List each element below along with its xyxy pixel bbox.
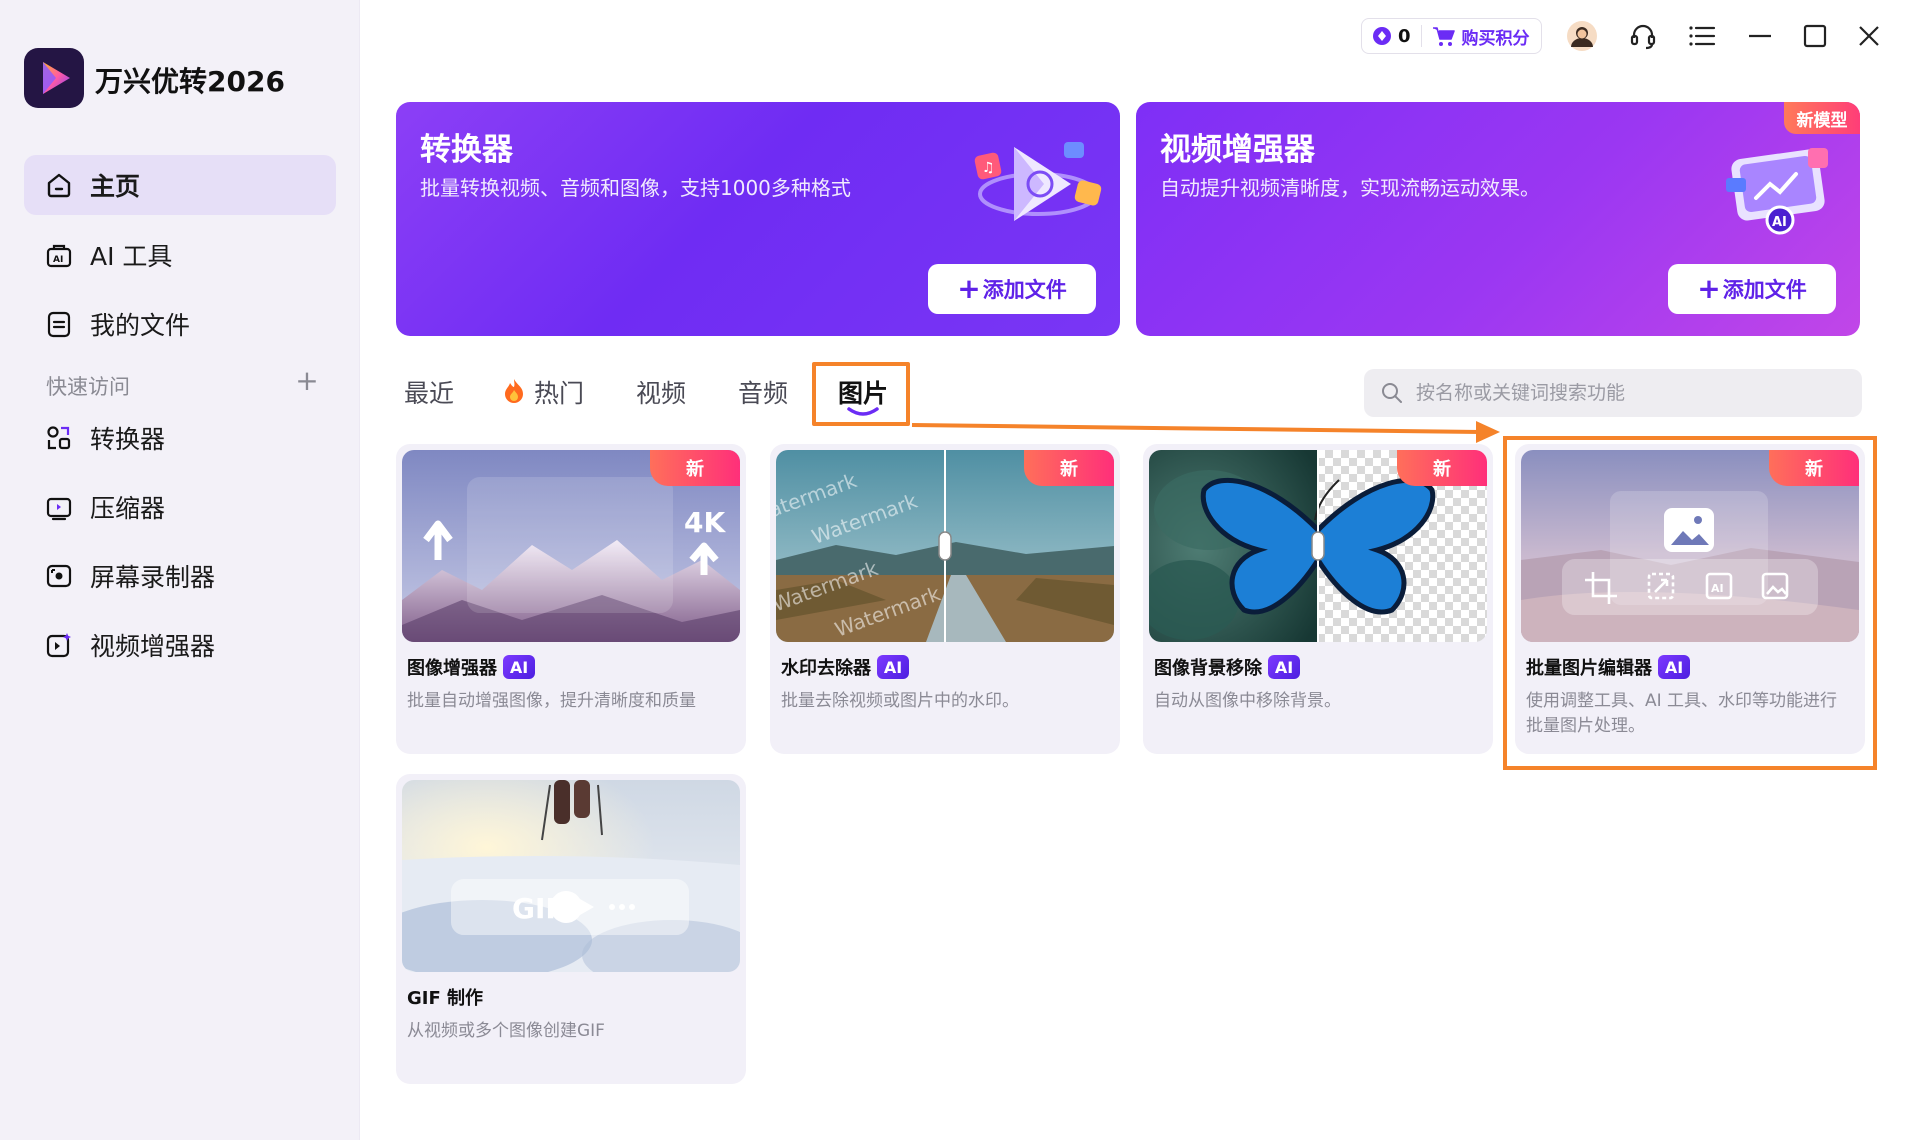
divider (1420, 25, 1422, 47)
button-label: 添加文件 (1722, 278, 1807, 302)
plus-icon: + (957, 272, 981, 305)
nav-item-label: 屏幕录制器 (90, 563, 216, 592)
points-pill[interactable]: 0 购买积分 (1361, 18, 1542, 54)
tool-card-watermark-remover[interactable]: Watermark Watermark Watermark Watermark … (770, 444, 1120, 754)
sidebar: 万兴优转2026 主页 AI AI 工具 我的文件 快速访问 + 转换器 压缩器 (0, 0, 360, 1140)
ai-badge: AI (877, 655, 909, 679)
points-count: 0 (1398, 25, 1411, 47)
nav-item-compressor[interactable]: 压缩器 (24, 477, 336, 537)
tab-audio[interactable]: 音频 (738, 374, 788, 410)
ai-tools-icon: AI (44, 240, 74, 270)
maximize-icon[interactable] (1799, 20, 1831, 52)
tab-hot[interactable]: 热门 (534, 374, 584, 410)
converter-icon (44, 423, 74, 453)
nav-item-label: 我的文件 (90, 311, 191, 340)
card-title: GIF 制作 (407, 988, 484, 1009)
nav-item-screen-recorder[interactable]: 屏幕录制器 (24, 546, 336, 606)
new-badge: 新 (1024, 450, 1114, 486)
my-files-icon (44, 309, 74, 339)
card-thumbnail: GIF (402, 780, 740, 972)
tab-video[interactable]: 视频 (636, 374, 686, 410)
screen-recorder-icon (44, 561, 74, 591)
card-title: 图像背景移除 (1154, 658, 1262, 679)
close-icon[interactable] (1853, 20, 1885, 52)
highlight-box-batch-editor (1503, 436, 1877, 770)
compressor-icon (44, 492, 74, 522)
tool-card-background-remover[interactable]: 新 图像背景移除 AI 自动从图像中移除背景。 (1143, 444, 1493, 754)
card-title-row: 图像背景移除 AI (1154, 654, 1300, 680)
card-title-row: GIF 制作 (407, 984, 483, 1010)
card-description: 自动从图像中移除背景。 (1154, 691, 1341, 711)
app-name: 万兴优转2026 (95, 65, 285, 98)
svg-text:AI: AI (53, 255, 63, 265)
quick-access-add-button[interactable]: + (292, 366, 322, 396)
plus-icon: + (1697, 272, 1721, 305)
search-input[interactable] (1416, 382, 1836, 404)
converter-banner[interactable]: 转换器 批量转换视频、音频和图像，支持1000多种格式 ♫ + 添加文件 (396, 102, 1120, 336)
app-logo-icon (24, 48, 84, 108)
nav-item-video-enhancer[interactable]: 视频增强器 (24, 615, 336, 675)
nav-item-ai-tools[interactable]: AI AI 工具 (24, 225, 336, 285)
banner-title: 视频增强器 (1160, 132, 1315, 168)
svg-text:♫: ♫ (982, 160, 995, 176)
nav-item-converter[interactable]: 转换器 (24, 408, 336, 468)
menu-list-icon[interactable] (1686, 20, 1718, 52)
points-coin-icon (1373, 27, 1391, 45)
feature-search[interactable] (1364, 369, 1862, 417)
nav-item-label: AI 工具 (90, 242, 173, 271)
card-title-row: 图像增强器 AI (407, 654, 535, 680)
fire-icon (505, 379, 523, 403)
banner-subtitle: 批量转换视频、音频和图像，支持1000多种格式 (420, 176, 851, 200)
nav-item-label: 视频增强器 (90, 632, 216, 661)
card-description: 批量自动增强图像，提升清晰度和质量 (407, 691, 696, 711)
card-title-row: 水印去除器 AI (781, 654, 909, 680)
thumb-4k-text: 4K (684, 506, 726, 539)
card-description: 从视频或多个图像创建GIF (407, 1021, 605, 1041)
quick-access-title: 快速访问 (46, 375, 130, 399)
ai-badge: AI (503, 655, 535, 679)
card-title: 图像增强器 (407, 658, 497, 679)
user-avatar-icon[interactable] (1566, 20, 1598, 52)
buy-points-button[interactable]: 购买积分 (1462, 24, 1530, 49)
video-enhancer-banner[interactable]: 视频增强器 自动提升视频清晰度，实现流畅运动效果。 新模型 AI + 添加文件 (1136, 102, 1860, 336)
new-model-badge: 新模型 (1784, 102, 1860, 134)
nav-item-label: 压缩器 (90, 494, 166, 523)
cart-icon (1432, 27, 1455, 46)
tool-card-image-enhancer[interactable]: 4K 新 图像增强器 AI 批量自动增强图像，提升清晰度和质量 (396, 444, 746, 754)
svg-text:AI: AI (1772, 215, 1787, 230)
nav-item-my-files[interactable]: 我的文件 (24, 294, 336, 354)
card-description: 批量去除视频或图片中的水印。 (781, 691, 1019, 711)
video-enhancer-icon (44, 630, 74, 660)
card-title: 水印去除器 (781, 658, 871, 679)
video-enhancer-illustration-icon: AI (1726, 148, 1828, 235)
minimize-icon[interactable] (1744, 20, 1776, 52)
new-badge: 新 (650, 450, 740, 486)
tab-recent[interactable]: 最近 (404, 374, 454, 410)
nav-item-label: 主页 (90, 172, 141, 201)
search-icon (1382, 383, 1402, 403)
highlight-box-image-tab (812, 362, 910, 426)
home-icon (44, 170, 74, 200)
banner-subtitle: 自动提升视频清晰度，实现流畅运动效果。 (1160, 176, 1540, 200)
nav-item-label: 转换器 (90, 425, 166, 454)
support-headset-icon[interactable] (1627, 20, 1659, 52)
tool-card-gif-maker[interactable]: GIF GIF 制作 从视频或多个图像创建GIF (396, 774, 746, 1084)
video-enhancer-add-files-button[interactable]: + 添加文件 (1668, 264, 1836, 314)
button-label: 添加文件 (982, 278, 1067, 302)
converter-add-files-button[interactable]: + 添加文件 (928, 264, 1096, 314)
nav-item-home[interactable]: 主页 (24, 155, 336, 215)
banner-title: 转换器 (420, 132, 513, 168)
converter-illustration-icon: ♫ (974, 142, 1102, 221)
ai-badge: AI (1268, 655, 1300, 679)
new-badge: 新 (1397, 450, 1487, 486)
